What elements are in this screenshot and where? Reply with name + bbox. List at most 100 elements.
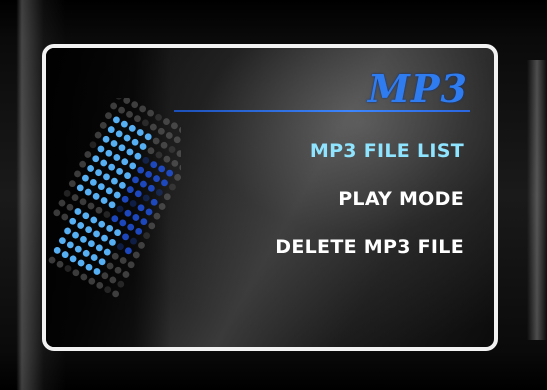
led-dot — [84, 188, 92, 196]
led-dot — [161, 179, 168, 187]
led-dot — [82, 249, 90, 257]
led-dot — [103, 211, 111, 218]
led-dot — [124, 209, 132, 217]
led-dot — [97, 145, 105, 153]
led-dot — [98, 220, 106, 228]
led-dot — [134, 152, 142, 160]
led-dot — [89, 178, 97, 186]
page-title: MP3 — [367, 66, 468, 111]
led-dot — [131, 101, 139, 109]
led-dot — [58, 237, 66, 245]
led-dot — [106, 225, 114, 232]
led-dot — [80, 235, 87, 243]
led-dot — [139, 143, 147, 150]
led-dot — [84, 151, 92, 158]
led-dot — [79, 160, 87, 168]
led-dot — [132, 176, 139, 184]
led-dot — [134, 190, 142, 198]
led-dot — [94, 131, 102, 139]
menu-item-play-mode[interactable]: PLAY MODE — [275, 186, 464, 212]
led-dot — [96, 282, 104, 289]
led-dot — [116, 205, 124, 213]
led-dot — [124, 247, 132, 255]
led-dot — [82, 174, 89, 182]
led-dot — [127, 223, 135, 231]
led-dot — [53, 246, 61, 254]
led-dot — [137, 204, 145, 212]
led-dot — [158, 203, 166, 210]
led-dot — [145, 170, 153, 178]
led-dot — [122, 271, 130, 278]
led-dot — [74, 170, 81, 178]
led-dot — [140, 180, 147, 188]
led-dot — [80, 273, 88, 281]
led-dot — [137, 166, 145, 174]
led-dot — [64, 265, 72, 272]
led-dot — [90, 254, 98, 261]
led-dot — [142, 194, 150, 202]
led-dot — [95, 169, 102, 177]
led-dot — [110, 102, 118, 110]
led-dot — [126, 186, 134, 193]
led-dot — [148, 222, 156, 230]
led-dot — [118, 181, 126, 189]
led-dot — [115, 130, 123, 138]
led-dot — [171, 159, 179, 167]
led-dot — [179, 164, 181, 172]
led-dot — [63, 189, 71, 197]
led-dot — [126, 148, 134, 156]
led-dot — [144, 133, 152, 141]
led-dot — [72, 269, 80, 277]
led-dot — [108, 163, 116, 171]
led-dot — [142, 119, 149, 127]
led-dot — [87, 165, 94, 172]
led-dot — [93, 268, 101, 275]
led-dot — [100, 159, 108, 167]
led-dot — [163, 118, 170, 125]
title-divider — [174, 110, 470, 112]
led-dot — [103, 248, 111, 256]
led-dot — [74, 245, 82, 253]
led-dot — [103, 173, 110, 181]
led-dot — [109, 238, 116, 246]
led-dot — [105, 187, 113, 195]
led-dot — [134, 115, 141, 123]
led-dot — [113, 191, 121, 199]
led-dot — [105, 149, 113, 157]
led-dot — [58, 199, 66, 207]
led-dot — [90, 216, 98, 224]
led-dot — [106, 262, 114, 270]
led-dot — [114, 266, 122, 274]
led-dot — [113, 116, 120, 124]
led-dot — [128, 124, 136, 132]
led-dot — [165, 132, 173, 139]
led-dot — [118, 144, 126, 152]
led-dot — [66, 203, 74, 211]
led-dot — [87, 202, 95, 210]
led-dot-matrix-icon — [48, 98, 181, 298]
led-dot — [155, 189, 163, 196]
led-dot — [66, 241, 74, 249]
led-dot — [147, 147, 155, 155]
led-dot — [119, 257, 127, 264]
led-dot — [129, 162, 137, 170]
led-dot — [131, 138, 139, 146]
led-dot — [123, 98, 131, 104]
led-dot — [53, 209, 61, 217]
led-dot — [115, 98, 123, 100]
led-dot — [158, 165, 166, 173]
led-dot — [85, 226, 93, 234]
menu-item-delete-mp3-file[interactable]: DELETE MP3 FILE — [275, 234, 464, 260]
led-dot — [155, 151, 163, 159]
led-dot — [85, 263, 93, 271]
led-dot — [117, 280, 125, 288]
led-dot — [82, 212, 90, 220]
led-dot — [149, 123, 157, 131]
led-dot — [117, 243, 124, 250]
led-dot — [142, 157, 150, 164]
led-dot — [108, 201, 116, 209]
led-dot — [171, 122, 178, 130]
menu-item-mp3-file-list[interactable]: MP3 FILE LIST — [275, 138, 464, 164]
led-dot — [114, 229, 122, 237]
led-dot — [92, 155, 100, 163]
